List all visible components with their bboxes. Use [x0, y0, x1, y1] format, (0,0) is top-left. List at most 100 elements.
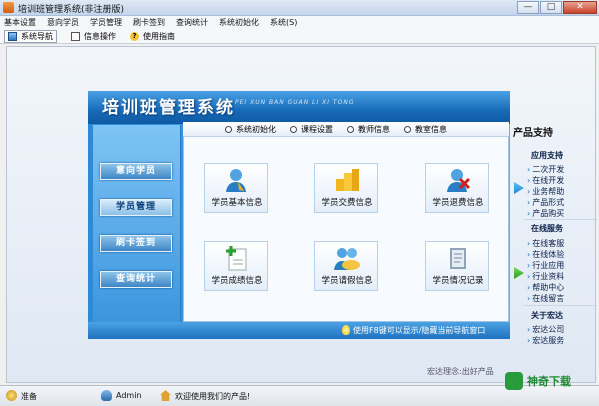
refund-icon: [447, 169, 471, 192]
status-welcome: 欢迎使用我们的产品!: [175, 392, 251, 401]
help-guide-button[interactable]: ? 使用指南: [130, 30, 175, 43]
grade-add-icon: [226, 246, 247, 271]
link-help-center[interactable]: 帮助中心: [527, 282, 564, 293]
card-label: 学员退费信息: [432, 198, 484, 208]
link-product-purchase[interactable]: 产品购买: [527, 208, 564, 219]
student-user-icon: [226, 169, 246, 192]
link-service[interactable]: 宏达服务: [527, 335, 564, 346]
link-online-experience[interactable]: 在线体验: [527, 249, 564, 260]
card-student-grade-info[interactable]: 学员成绩信息: [204, 241, 268, 291]
menu-bar: 基本设置 意向学员 学员管理 刷卡签到 查询统计 系统初始化 系统(S): [0, 16, 599, 29]
sidebar-item-query-stats[interactable]: 查询统计: [100, 271, 172, 288]
link-industry-data[interactable]: 行业资料: [527, 271, 564, 282]
card-label: 学员交费信息: [321, 198, 373, 208]
lightbulb-icon: [342, 325, 350, 335]
section-app-support: 应用支持: [531, 151, 563, 160]
panel-header: 培训班管理系统 PEI XUN BAN GUAN LI XI TONG: [88, 91, 510, 124]
info-ops-label: 信息操作: [84, 31, 116, 41]
card-student-leave-info[interactable]: 学员请假信息: [314, 241, 378, 291]
card-student-situation-record[interactable]: 学员情况记录: [425, 241, 489, 291]
sidebar-item-card-checkin[interactable]: 刷卡签到: [100, 235, 172, 252]
help-icon: ?: [130, 31, 139, 41]
info-ops-button[interactable]: 信息操作: [71, 30, 116, 43]
link-online-dev[interactable]: 在线开发: [527, 175, 564, 186]
card-student-payment-info[interactable]: 学员交费信息: [314, 163, 378, 213]
link-product-form[interactable]: 产品形式: [527, 197, 564, 208]
radio-system-init[interactable]: 系统初始化: [225, 124, 276, 135]
home-icon: [160, 390, 171, 401]
watermark: 神奇下载: [505, 368, 597, 402]
product-support-heading: 产品支持: [513, 128, 553, 139]
menu-basic-settings[interactable]: 基本设置: [4, 17, 36, 28]
sidebar-item-prospective[interactable]: 意向学员: [100, 163, 172, 180]
leave-chat-icon: [334, 248, 360, 270]
ready-icon: [6, 390, 17, 401]
nav-button-label: 系统导航: [21, 31, 53, 41]
window-title: 培训班管理系统(非注册版): [18, 5, 125, 15]
watermark-text: 神奇下载: [527, 375, 571, 388]
radio-row: 系统初始化 课程设置 教师信息 教室信息: [183, 122, 509, 137]
window-controls: — □ ✕: [516, 1, 597, 15]
hint-strip: 使用F8键可以显示/隐藏当前导航窗口: [88, 322, 510, 339]
link-industry-app[interactable]: 行业应用: [527, 260, 564, 271]
expand-arrow-icon[interactable]: [514, 267, 524, 279]
menu-system-init[interactable]: 系统初始化: [219, 17, 259, 28]
section-online-service: 在线服务: [531, 224, 563, 233]
radio-circle-icon: [347, 125, 354, 133]
hint-text: 使用F8键可以显示/隐藏当前导航窗口: [353, 326, 486, 335]
expand-arrow-icon[interactable]: [514, 182, 524, 194]
radio-label: 教室信息: [415, 124, 447, 134]
monitor-icon: [8, 31, 17, 41]
divider: [523, 305, 597, 306]
radio-label: 课程设置: [301, 124, 333, 134]
document-icon: [71, 31, 80, 41]
status-user: Admin: [116, 391, 142, 400]
toolbar: 系统导航 信息操作 ? 使用指南: [0, 29, 599, 44]
menu-student-management[interactable]: 学员管理: [90, 17, 122, 28]
app-icon: [3, 2, 14, 13]
help-guide-label: 使用指南: [143, 31, 175, 41]
link-online-support[interactable]: 在线客服: [527, 238, 564, 249]
menu-prospective-students[interactable]: 意向学员: [47, 17, 79, 28]
user-icon: [101, 390, 112, 401]
watermark-logo-icon: [505, 372, 523, 390]
link-online-message[interactable]: 在线留言: [527, 293, 564, 304]
coins-icon: [336, 169, 359, 191]
card-label: 学员基本信息: [211, 198, 263, 208]
link-company[interactable]: 宏达公司: [527, 324, 564, 335]
menu-card-checkin[interactable]: 刷卡签到: [133, 17, 165, 28]
content-area: [183, 122, 509, 322]
nav-sidebar: [93, 125, 181, 325]
minimize-button[interactable]: —: [517, 1, 539, 14]
radio-circle-icon: [290, 125, 297, 133]
title-bar: 培训班管理系统(非注册版) — □ ✕: [0, 0, 599, 16]
card-student-basic-info[interactable]: 学员基本信息: [204, 163, 268, 213]
radio-teacher-info[interactable]: 教师信息: [347, 124, 390, 135]
radio-circle-icon: [404, 125, 411, 133]
panel-title: 培训班管理系统: [102, 98, 235, 118]
maximize-button[interactable]: □: [540, 1, 562, 14]
radio-course-settings[interactable]: 课程设置: [290, 124, 333, 135]
sidebar-item-student-management[interactable]: 学员管理: [100, 199, 172, 216]
card-student-refund-info[interactable]: 学员退费信息: [425, 163, 489, 213]
radio-circle-icon: [225, 125, 232, 133]
section-about: 关于宏达: [531, 311, 563, 320]
menu-query-stats[interactable]: 查询统计: [176, 17, 208, 28]
footer-slogan: 宏达理念:出好产品: [427, 367, 494, 376]
card-label: 学员情况记录: [432, 276, 484, 286]
link-business-help[interactable]: 业务帮助: [527, 186, 564, 197]
record-book-icon: [450, 248, 466, 269]
radio-classroom-info[interactable]: 教室信息: [404, 124, 447, 135]
nav-button[interactable]: 系统导航: [4, 29, 57, 43]
close-button[interactable]: ✕: [563, 1, 597, 14]
radio-label: 教师信息: [358, 124, 390, 134]
radio-label: 系统初始化: [236, 124, 276, 134]
status-ready: 准备: [21, 392, 37, 401]
card-label: 学员请假信息: [321, 276, 373, 286]
panel-pinyin: PEI XUN BAN GUAN LI XI TONG: [235, 99, 355, 106]
menu-system[interactable]: 系统(S): [270, 17, 297, 28]
product-support-panel: 产品支持 应用支持 二次开发 在线开发 业务帮助 产品形式 产品购买 在线服务 …: [513, 120, 597, 350]
link-secondary-dev[interactable]: 二次开发: [527, 164, 564, 175]
divider: [523, 219, 597, 220]
card-label: 学员成绩信息: [211, 276, 263, 286]
